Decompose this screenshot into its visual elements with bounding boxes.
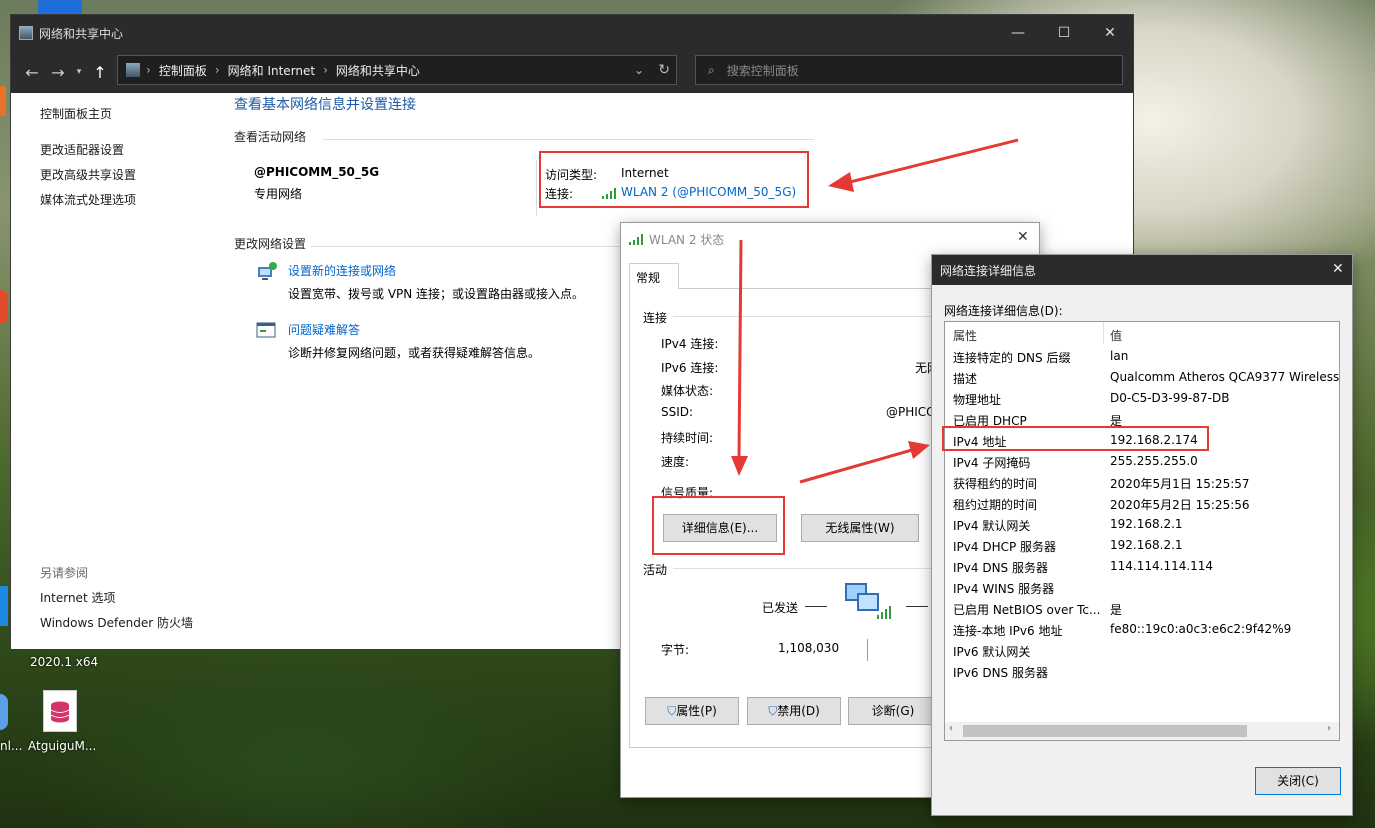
- tab-general-label: 常规: [636, 271, 661, 285]
- tab-general[interactable]: 常规: [629, 263, 679, 289]
- arrow-line-ipv4: [799, 448, 913, 484]
- arrow-head-access: [828, 172, 854, 192]
- arrow-head-ipv4: [908, 441, 930, 459]
- annotation-arrows: [731, 138, 1019, 484]
- arrow-line-access: [845, 138, 1019, 185]
- arrow-head-details: [731, 456, 748, 476]
- arrow-line-details: [737, 239, 743, 459]
